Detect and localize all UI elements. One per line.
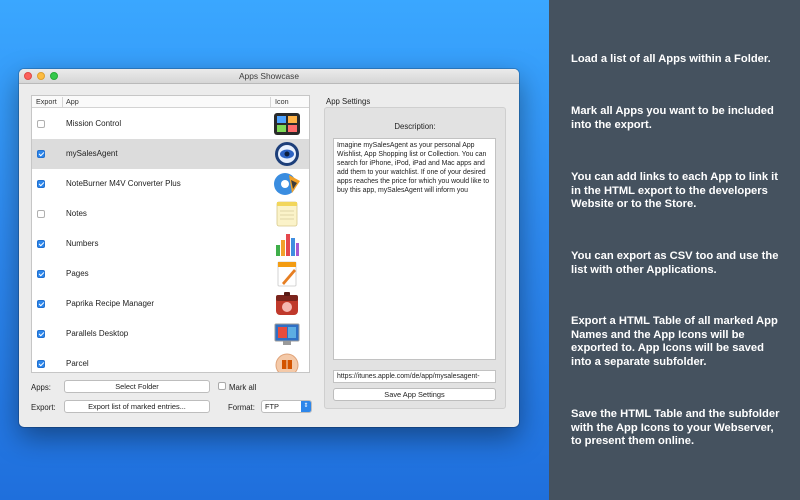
feature-text-load: Load a list of all Apps within a Folder.: [571, 53, 771, 65]
app-name: Numbers: [66, 239, 99, 248]
export-label: Export:: [31, 403, 56, 412]
export-checkbox[interactable]: [37, 210, 45, 218]
feature-text-mark: Mark all Apps you want to be included in…: [571, 105, 774, 131]
noteburner-icon: [274, 173, 300, 195]
parallels-icon: [274, 323, 300, 345]
app-name: Pages: [66, 269, 89, 278]
format-value: FTP: [265, 402, 279, 411]
mission-control-icon: [274, 113, 300, 135]
window-title: Apps Showcase: [238, 71, 300, 81]
feature-text-html: Export a HTML Table of all marked App Na…: [571, 315, 778, 368]
table-row[interactable]: Numbers: [32, 229, 309, 259]
export-marked-button[interactable]: Export list of marked entries...: [64, 400, 210, 413]
format-label: Format:: [228, 403, 255, 412]
feature-text-webserver: Save the HTML Table and the subfolder wi…: [571, 408, 780, 448]
column-header-icon[interactable]: Icon: [275, 97, 289, 106]
numbers-icon: [276, 234, 299, 256]
table-row[interactable]: Parcel: [32, 349, 309, 372]
app-name: NoteBurner M4V Converter Plus: [66, 179, 181, 188]
export-checkbox[interactable]: [37, 240, 45, 248]
export-checkbox[interactable]: [37, 180, 45, 188]
paprika-icon: [276, 292, 298, 315]
column-header-app[interactable]: App: [66, 97, 79, 106]
column-header-export[interactable]: Export: [36, 97, 57, 106]
export-checkbox[interactable]: [37, 300, 45, 308]
export-checkbox[interactable]: [37, 270, 45, 278]
export-checkbox[interactable]: [37, 150, 45, 158]
parcel-icon: [275, 353, 299, 372]
app-settings-group: Description: Imagine mySalesAgent as you…: [324, 107, 506, 409]
app-url-field[interactable]: https://itunes.apple.com/de/app/mysalesa…: [333, 370, 496, 383]
pages-icon: [277, 261, 297, 287]
mark-all-label[interactable]: Mark all: [229, 383, 256, 392]
app-name: Paprika Recipe Manager: [66, 299, 155, 308]
select-folder-button[interactable]: Select Folder: [64, 380, 210, 393]
table-row[interactable]: NoteBurner M4V Converter Plus: [32, 169, 309, 199]
save-app-settings-button[interactable]: Save App Settings: [333, 388, 496, 401]
app-name: Parcel: [66, 359, 89, 368]
app-name: mySalesAgent: [66, 149, 118, 158]
app-name: Parallels Desktop: [66, 329, 129, 338]
export-checkbox[interactable]: [37, 360, 45, 368]
chevron-updown-icon: ⇕: [301, 401, 311, 412]
table-row[interactable]: mySalesAgent: [32, 139, 309, 169]
app-settings-title: App Settings: [326, 97, 371, 106]
table-row[interactable]: Mission Control: [32, 109, 309, 139]
export-checkbox[interactable]: [37, 330, 45, 338]
app-name: Notes: [66, 209, 87, 218]
feature-text-links: You can add links to each App to link it…: [571, 171, 778, 211]
notes-icon: [276, 201, 298, 227]
title-bar[interactable]: Apps Showcase: [19, 69, 519, 84]
mysalesagent-icon: [275, 142, 299, 166]
feature-text-csv: You can export as CSV too and use the li…: [571, 250, 779, 276]
apps-showcase-window: Apps Showcase Export App Icon Mission Co…: [19, 69, 519, 427]
app-name: Mission Control: [66, 119, 122, 128]
table-header: Export App Icon: [32, 96, 309, 108]
mark-all-checkbox[interactable]: [218, 382, 226, 390]
table-row[interactable]: Paprika Recipe Manager: [32, 289, 309, 319]
apps-label: Apps:: [31, 383, 51, 392]
description-label: Description:: [394, 122, 436, 131]
column-separator: [62, 97, 63, 107]
app-list-table[interactable]: Export App Icon Mission Control mySalesA…: [31, 95, 310, 373]
format-select[interactable]: FTP ⇕: [261, 400, 312, 413]
description-textarea[interactable]: Imagine mySalesAgent as your personal Ap…: [333, 138, 496, 360]
table-row[interactable]: Notes: [32, 199, 309, 229]
export-checkbox[interactable]: [37, 120, 45, 128]
table-row[interactable]: Parallels Desktop: [32, 319, 309, 349]
column-separator: [270, 97, 271, 107]
table-row[interactable]: Pages: [32, 259, 309, 289]
